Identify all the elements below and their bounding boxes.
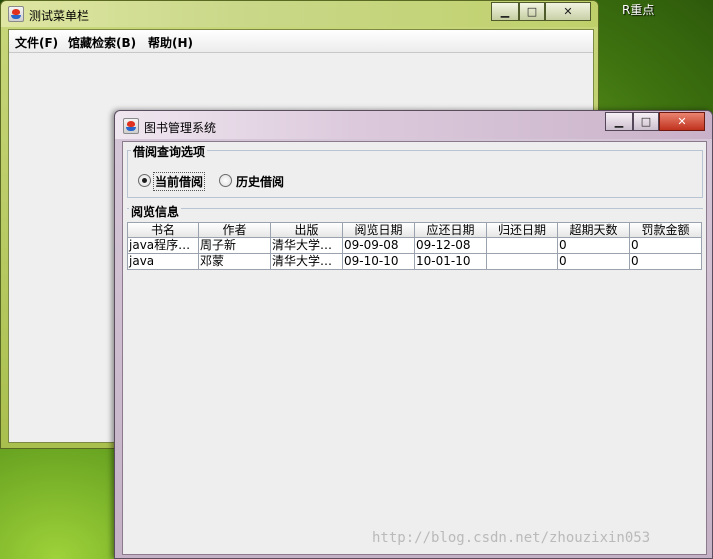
table-cell[interactable]: 清华大学出... <box>271 238 343 254</box>
query-options-title: 借阅查询选项 <box>131 143 208 160</box>
menu-file[interactable]: 文件(F) <box>15 34 58 51</box>
close-icon: ✕ <box>563 5 573 18</box>
column-header-read-date[interactable]: 阅览日期 <box>343 222 415 238</box>
info-group-title: 阅览信息 <box>129 203 182 220</box>
java-icon <box>8 6 24 22</box>
table-cell[interactable]: 09-09-08 <box>343 238 415 254</box>
window-library-system: 图书管理系统 ▁ □ ✕ 借阅查询选项 当前借阅 历史借阅 阅览信息 书名 作者… <box>114 110 713 559</box>
table-cell[interactable]: 09-12-08 <box>415 238 487 254</box>
table-cell[interactable] <box>487 238 558 254</box>
column-header-overdue-days[interactable]: 超期天数 <box>558 222 630 238</box>
radio-current-borrow-label[interactable]: 当前借阅 <box>152 172 206 191</box>
column-header-return-date[interactable]: 归还日期 <box>487 222 558 238</box>
minimize-button[interactable]: ▁ <box>491 2 519 21</box>
watermark-url: http://blog.csdn.net/zhouzixin053 <box>372 530 651 546</box>
menu-bar: 文件(F) 馆藏检索(B) 帮助(H) <box>9 30 593 53</box>
info-group-divider <box>127 208 703 209</box>
table-cell[interactable]: 0 <box>630 238 702 254</box>
maximize-button[interactable]: □ <box>633 112 659 131</box>
table-cell[interactable]: 邓蒙 <box>199 254 271 270</box>
table-row[interactable]: java程序设计 周子新 清华大学出... 09-09-08 09-12-08 … <box>127 238 702 254</box>
table-cell[interactable]: 周子新 <box>199 238 271 254</box>
title-bar[interactable]: 测试菜单栏 ▁ □ ✕ <box>1 1 598 27</box>
radio-history-borrow[interactable] <box>219 174 232 187</box>
table-cell[interactable]: 0 <box>558 254 630 270</box>
window-client: 借阅查询选项 当前借阅 历史借阅 阅览信息 书名 作者 出版 阅览日期 应还日期… <box>122 141 707 555</box>
close-icon: ✕ <box>677 115 687 128</box>
title-bar[interactable]: 图书管理系统 ▁ □ ✕ <box>115 111 712 139</box>
table-cell[interactable]: 10-01-10 <box>415 254 487 270</box>
table-body: java程序设计 周子新 清华大学出... 09-09-08 09-12-08 … <box>127 238 702 270</box>
table-cell[interactable]: 09-10-10 <box>343 254 415 270</box>
minimize-icon: ▁ <box>614 115 624 128</box>
table-cell[interactable]: java程序设计 <box>127 238 199 254</box>
window-title: 图书管理系统 <box>144 121 217 135</box>
table-cell[interactable]: 0 <box>630 254 702 270</box>
maximize-button[interactable]: □ <box>519 2 545 21</box>
minimize-button[interactable]: ▁ <box>605 112 633 131</box>
window-title: 测试菜单栏 <box>29 9 90 23</box>
java-icon <box>123 118 139 134</box>
query-options-group <box>127 150 703 198</box>
table-cell[interactable]: 清华大学出... <box>271 254 343 270</box>
close-button[interactable]: ✕ <box>659 112 705 131</box>
column-header-publisher[interactable]: 出版 <box>271 222 343 238</box>
column-header-author[interactable]: 作者 <box>199 222 271 238</box>
table-header: 书名 作者 出版 阅览日期 应还日期 归还日期 超期天数 罚款金额 <box>127 222 702 238</box>
desktop-label: R重点 <box>622 3 655 17</box>
maximize-icon: □ <box>640 115 652 128</box>
table-cell[interactable] <box>487 254 558 270</box>
radio-current-borrow[interactable] <box>138 174 151 187</box>
maximize-icon: □ <box>526 5 538 18</box>
menu-collection-search[interactable]: 馆藏检索(B) <box>68 34 136 51</box>
menu-help[interactable]: 帮助(H) <box>148 34 193 51</box>
column-header-fine[interactable]: 罚款金额 <box>630 222 702 238</box>
borrow-table: 书名 作者 出版 阅览日期 应还日期 归还日期 超期天数 罚款金额 java程序… <box>127 222 703 522</box>
table-row[interactable]: java 邓蒙 清华大学出... 09-10-10 10-01-10 0 0 <box>127 254 702 270</box>
radio-history-borrow-label[interactable]: 历史借阅 <box>236 173 284 190</box>
table-cell[interactable]: 0 <box>558 238 630 254</box>
table-cell[interactable]: java <box>127 254 199 270</box>
minimize-icon: ▁ <box>500 5 510 18</box>
close-button[interactable]: ✕ <box>545 2 591 21</box>
column-header-title[interactable]: 书名 <box>127 222 199 238</box>
column-header-due-date[interactable]: 应还日期 <box>415 222 487 238</box>
